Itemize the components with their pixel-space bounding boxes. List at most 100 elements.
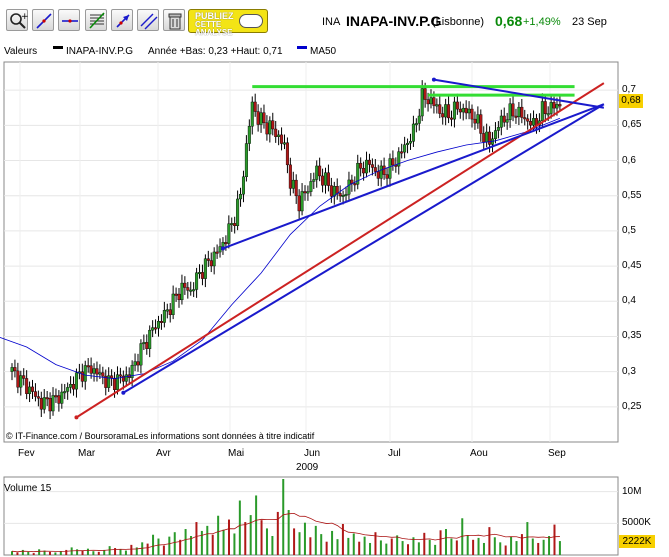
candle-body (318, 165, 322, 177)
candle-body (291, 179, 295, 189)
y-tick-label: 0,6 (622, 154, 636, 166)
x-tick-label: Mai (228, 448, 245, 459)
volume-bar (173, 532, 176, 555)
x-tick-label: Jul (388, 448, 401, 459)
candle-body (488, 131, 492, 145)
candle-body (365, 159, 369, 174)
volume-bar (331, 530, 334, 555)
candle-body (438, 104, 442, 114)
volume-bar (412, 537, 415, 555)
candle-body (86, 365, 90, 368)
candle-body (499, 115, 503, 128)
volume-bar (434, 544, 437, 555)
candle-body (174, 293, 178, 296)
volume-bar (369, 542, 372, 555)
candle-body (450, 117, 454, 120)
volume-bar (553, 524, 556, 555)
volume-bar (227, 519, 230, 555)
candle-body (391, 158, 395, 166)
volume-bar (510, 536, 513, 555)
candle-body (282, 142, 286, 145)
volume-bar (222, 529, 225, 555)
price-chart (0, 61, 619, 556)
candle-body (326, 172, 330, 186)
candle-body (423, 88, 427, 100)
volume-bar (466, 535, 469, 555)
volume-bar (287, 510, 290, 555)
candle-body (189, 289, 193, 292)
volume-bar (249, 515, 252, 555)
candle-body (406, 142, 410, 145)
volume-bar (417, 542, 420, 555)
candle-body (417, 115, 421, 124)
candle-body (89, 365, 93, 374)
candle-body (496, 127, 500, 131)
volume-bar (293, 528, 296, 555)
volume-tick-label: 5000K (622, 517, 651, 529)
candle-body (312, 179, 316, 182)
candle-body (113, 377, 117, 390)
candle-body (526, 118, 530, 122)
anchor-point (220, 246, 225, 251)
volume-bar (488, 527, 491, 555)
volume-bar (493, 537, 496, 555)
candle-body (520, 106, 524, 118)
candle-body (558, 104, 562, 107)
volume-bar (309, 537, 312, 555)
candle-body (473, 118, 477, 124)
candle-body (408, 141, 412, 144)
volume-bar (81, 550, 84, 555)
candle-body (230, 223, 234, 226)
candle-body (115, 374, 119, 390)
volume-bar (385, 543, 388, 555)
candle-body (148, 329, 152, 349)
candle-body (51, 395, 55, 412)
candle-body (382, 165, 386, 175)
candle-body (479, 114, 483, 134)
volume-bar (282, 479, 285, 555)
candle-body (329, 185, 333, 197)
volume-bar (390, 538, 393, 555)
candle-body (514, 115, 518, 118)
candle-body (508, 103, 512, 120)
candle-body (444, 104, 448, 118)
candle-body (555, 104, 559, 109)
volume-bar (179, 539, 182, 555)
candle-body (253, 101, 257, 112)
volume-bar (206, 525, 209, 555)
candle-body (151, 327, 155, 331)
candle-body (532, 118, 536, 126)
volume-bar (38, 549, 41, 555)
volume-bar (76, 549, 79, 555)
candle-body (72, 384, 76, 390)
candle-body (233, 223, 237, 227)
candle-body (470, 108, 474, 120)
candle-body (309, 181, 313, 192)
candle-body (200, 272, 204, 279)
candle-body (414, 123, 418, 126)
anchor-point (431, 77, 436, 82)
candle-body (338, 193, 342, 197)
candle-body (177, 293, 181, 301)
x-tick-label: Mar (78, 448, 96, 459)
volume-bar (336, 539, 339, 555)
candle-body (42, 397, 46, 410)
candle-body (373, 167, 377, 172)
candle-body (379, 165, 383, 179)
volume-bar (255, 495, 258, 555)
y-tick-label: 0,45 (622, 260, 642, 272)
volume-bar (379, 540, 382, 555)
candle-body (28, 386, 32, 394)
candle-body (288, 164, 292, 189)
y-tick-label: 0,35 (622, 330, 642, 342)
volume-bar (423, 532, 426, 555)
candle-body (10, 367, 14, 372)
volume-bar (396, 535, 399, 555)
candle-body (464, 107, 468, 114)
volume-bar (303, 522, 306, 555)
volume-bar (401, 541, 404, 555)
volume-bar (298, 532, 301, 555)
candle-body (441, 113, 445, 118)
y-tick-label: 0,25 (622, 400, 642, 412)
volume-bar (428, 539, 431, 555)
